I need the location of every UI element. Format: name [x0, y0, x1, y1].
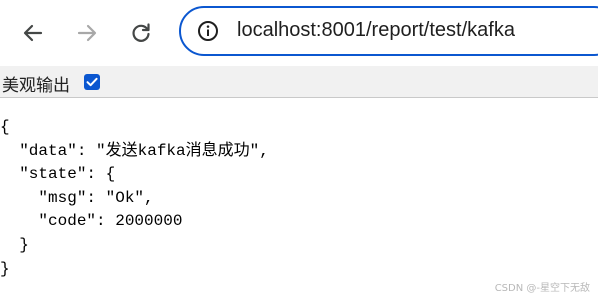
back-button[interactable]	[13, 13, 53, 53]
info-icon[interactable]	[197, 20, 219, 42]
pretty-print-label: 美观输出	[2, 76, 70, 96]
pretty-print-bar: 美观输出	[0, 66, 598, 98]
forward-button[interactable]	[67, 13, 107, 53]
reload-button[interactable]	[121, 13, 161, 53]
json-line: "code": 2000000	[0, 212, 183, 231]
browser-toolbar: localhost:8001/report/test/kafka	[0, 0, 598, 66]
checkmark-icon	[86, 77, 98, 87]
arrow-right-icon	[77, 24, 97, 42]
watermark: CSDN @-星空下无敌	[494, 283, 590, 294]
json-line: "msg": "Ok",	[0, 188, 154, 207]
json-line: {	[0, 118, 10, 136]
arrow-left-icon	[23, 24, 43, 42]
json-response: { "data": "发送kafka消息成功", "state": { "msg…	[0, 116, 598, 281]
address-bar[interactable]: localhost:8001/report/test/kafka	[179, 6, 598, 56]
json-line: }	[0, 259, 10, 278]
reload-icon	[132, 23, 150, 42]
json-line: "data": "发送kafka消息成功",	[0, 141, 269, 160]
json-line: "state": {	[0, 165, 116, 184]
json-line: }	[0, 235, 29, 254]
url-text[interactable]: localhost:8001/report/test/kafka	[237, 19, 515, 42]
pretty-print-checkbox[interactable]	[84, 74, 100, 90]
